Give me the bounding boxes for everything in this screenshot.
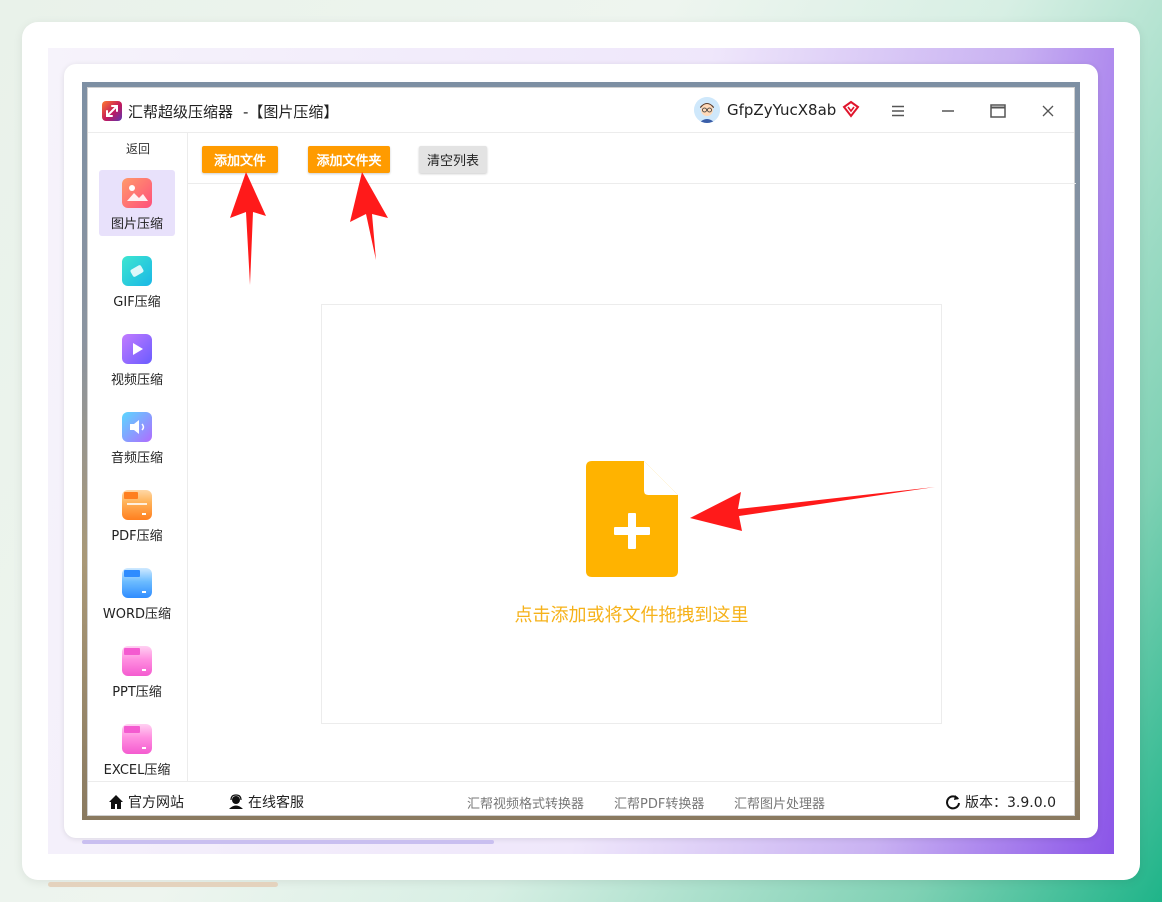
home-icon xyxy=(109,795,123,809)
section-name: -【图片压缩】 xyxy=(243,103,339,121)
hamburger-icon xyxy=(892,105,904,117)
minimize-icon xyxy=(942,110,954,112)
sidebar-item-ppt[interactable]: PPT压缩 xyxy=(99,638,175,704)
minimize-button[interactable] xyxy=(935,98,961,124)
pdf-converter-link[interactable]: 汇帮PDF转换器 xyxy=(614,793,704,812)
close-icon xyxy=(1042,105,1054,117)
gif-compress-icon xyxy=(122,256,152,286)
sidebar-item-label: EXCEL压缩 xyxy=(103,763,171,778)
drop-zone[interactable]: 点击添加或将文件拖拽到这里 xyxy=(321,304,942,724)
maximize-icon xyxy=(990,104,1006,118)
decor-bar xyxy=(48,882,278,887)
support-agent-icon xyxy=(229,794,243,809)
version-label: 版本：3.9.0.0 xyxy=(965,795,1056,811)
status-bar: 官方网站 在线客服 汇帮视频格式转换器 汇帮PDF转换器 汇帮图片处理器 版本：… xyxy=(88,781,1074,817)
sidebar-item-label: WORD压缩 xyxy=(102,607,172,622)
close-button[interactable] xyxy=(1035,98,1061,124)
sidebar-item-image[interactable]: 图片压缩 xyxy=(99,170,175,236)
add-file-button[interactable]: 添加文件 xyxy=(202,146,278,173)
menu-button[interactable] xyxy=(885,98,911,124)
add-file-icon[interactable] xyxy=(586,461,678,577)
username[interactable]: GfpZyYucX8ab xyxy=(727,101,836,119)
online-support-label: 在线客服 xyxy=(248,795,304,811)
vip-diamond-icon[interactable] xyxy=(842,100,860,118)
sidebar-item-label: PPT压缩 xyxy=(112,685,162,700)
title-bar: 汇帮超级压缩器 -【图片压缩】 GfpZyYucX8ab xyxy=(88,88,1074,133)
version-info[interactable]: 版本：3.9.0.0 xyxy=(945,792,1056,812)
avatar[interactable] xyxy=(694,97,720,123)
back-link[interactable]: 返回 xyxy=(88,140,188,157)
sidebar-item-label: 视频压缩 xyxy=(110,373,163,388)
official-website-link[interactable]: 官方网站 xyxy=(108,792,184,812)
sidebar-item-audio[interactable]: 音频压缩 xyxy=(99,404,175,470)
sidebar-item-video[interactable]: 视频压缩 xyxy=(99,326,175,392)
sidebar-item-word[interactable]: WORD压缩 xyxy=(99,560,175,626)
image-compress-icon xyxy=(122,178,152,208)
app-logo-icon xyxy=(102,101,122,121)
pdf-compress-icon xyxy=(122,490,152,520)
sidebar: 返回 图片压缩 GIF压缩 视频压缩 音频压缩 PDF压缩 WORD压缩 PPT… xyxy=(88,133,188,781)
sidebar-item-label: PDF压缩 xyxy=(111,529,163,544)
excel-compress-icon xyxy=(122,724,152,754)
audio-compress-icon xyxy=(122,412,152,442)
app-name: 汇帮超级压缩器 xyxy=(128,103,234,121)
sidebar-item-label: 图片压缩 xyxy=(110,217,163,232)
video-converter-link[interactable]: 汇帮视频格式转换器 xyxy=(467,793,584,812)
refresh-icon xyxy=(946,795,960,810)
toolbar: 添加文件 添加文件夹 清空列表 xyxy=(188,133,1076,184)
image-processor-link[interactable]: 汇帮图片处理器 xyxy=(734,793,825,812)
ppt-compress-icon xyxy=(122,646,152,676)
clear-list-button[interactable]: 清空列表 xyxy=(419,146,487,173)
sidebar-item-excel[interactable]: EXCEL压缩 xyxy=(99,716,175,782)
sidebar-item-gif[interactable]: GIF压缩 xyxy=(99,248,175,314)
official-website-label: 官方网站 xyxy=(128,795,184,811)
sidebar-item-label: 音频压缩 xyxy=(110,451,163,466)
sidebar-item-pdf[interactable]: PDF压缩 xyxy=(99,482,175,548)
sidebar-item-label: GIF压缩 xyxy=(113,295,161,310)
decor-bar-lower xyxy=(82,840,494,844)
add-folder-button[interactable]: 添加文件夹 xyxy=(308,146,390,173)
video-compress-icon xyxy=(122,334,152,364)
window-title: 汇帮超级压缩器 -【图片压缩】 xyxy=(128,101,338,122)
online-support-link[interactable]: 在线客服 xyxy=(228,792,304,812)
drop-zone-hint: 点击添加或将文件拖拽到这里 xyxy=(514,605,749,626)
word-compress-icon xyxy=(122,568,152,598)
app-window: 汇帮超级压缩器 -【图片压缩】 GfpZyYucX8ab 返回 图片压缩 GIF… xyxy=(87,87,1076,817)
maximize-button[interactable] xyxy=(985,98,1011,124)
